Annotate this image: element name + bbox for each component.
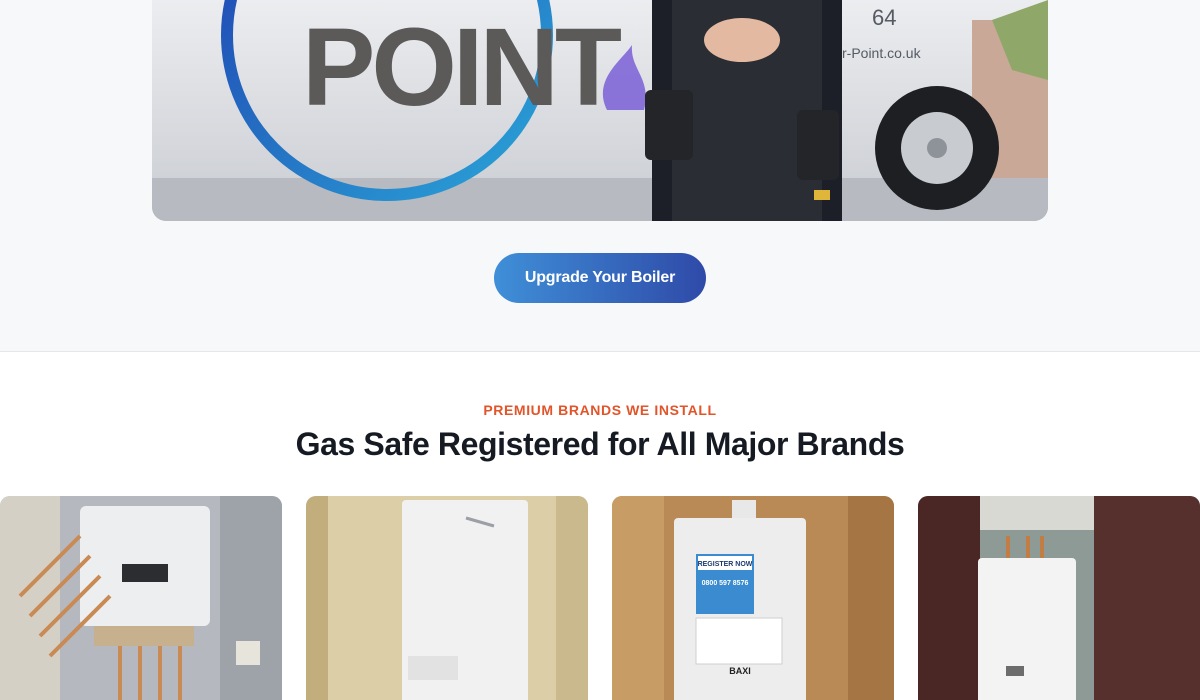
brand-card-ideal[interactable] <box>918 496 1200 700</box>
upgrade-boiler-button[interactable]: Upgrade Your Boiler <box>494 253 706 303</box>
engineer-van-photo: POINT 64 r-Point.co.uk <box>152 0 1048 221</box>
baxi-sticker-phone: 0800 597 8576 <box>702 580 749 587</box>
van-web-text: r-Point.co.uk <box>842 45 922 61</box>
section-eyebrow: PREMIUM BRANDS WE INSTALL <box>483 402 717 418</box>
van-logo-text: POINT <box>302 6 622 129</box>
van-phone-text: 64 <box>872 5 896 30</box>
hero-section: POINT 64 r-Point.co.uk Upgrade Your Boil… <box>0 0 1200 352</box>
section-title: Gas Safe Registered for All Major Brands <box>295 426 905 462</box>
baxi-badge: BAXI <box>729 666 751 676</box>
brand-card-vaillant[interactable] <box>0 496 282 700</box>
brand-card-baxi[interactable]: REGISTER NOW 0800 597 8576 BAXI <box>612 496 894 700</box>
brand-card-worcester[interactable] <box>306 496 588 700</box>
baxi-sticker-title: REGISTER NOW <box>698 561 753 568</box>
